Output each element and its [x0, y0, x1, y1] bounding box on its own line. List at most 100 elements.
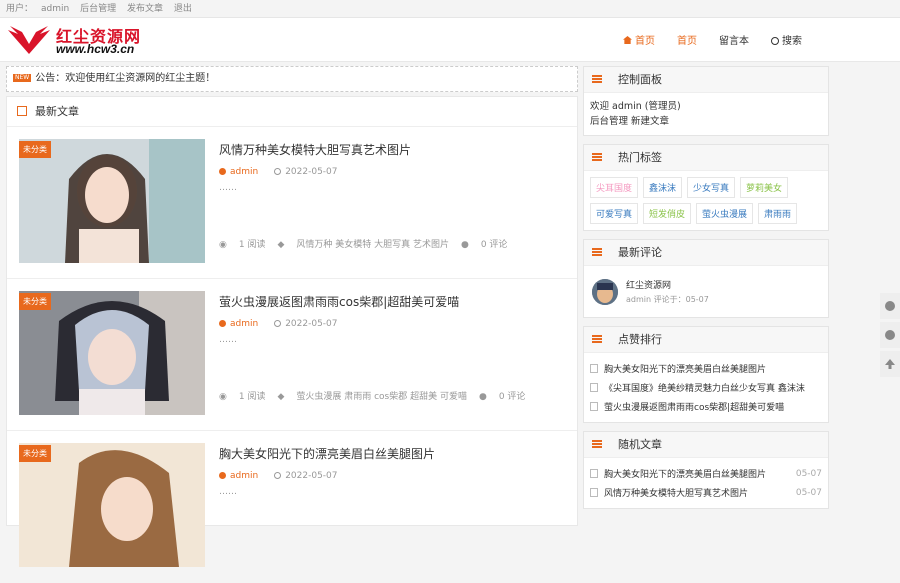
document-icon — [590, 469, 598, 478]
widget-title: 最新评论 — [584, 240, 828, 266]
comment-item[interactable]: 红尘资源网 admin 评论于：05-07 — [590, 272, 822, 311]
header: 红尘资源网 www.hcw3.cn 首页 首页 留言本 搜索 — [0, 18, 900, 62]
hot-tags-widget: 热门标签 尖耳国度 鑫沫沫 少女写真 萝莉美女可爱写真 短发俏皮 萤火虫漫展 肃雨雨 — [583, 144, 829, 231]
article-item: 未分类 胸大美女阳光下的漂亮美眉白丝美腿图片 admin 2022-05-07 …… — [7, 431, 577, 583]
nav-home[interactable]: 首页 — [677, 32, 697, 47]
widget-title: 点赞排行 — [584, 327, 828, 353]
tag-item[interactable]: 萝莉美女 — [740, 177, 789, 198]
section-title: 最新文章 — [7, 97, 577, 127]
menu-icon — [592, 75, 602, 83]
logout-link[interactable]: 退出 — [174, 4, 192, 14]
main-nav: 首页 首页 留言本 搜索 — [623, 32, 802, 47]
logo-url: www.hcw3.cn — [56, 42, 135, 56]
tag-item[interactable]: 可爱写真 — [590, 203, 639, 224]
article-excerpt: …… — [219, 335, 237, 345]
qq-icon — [885, 301, 895, 311]
menu-icon — [592, 335, 602, 343]
menu-icon — [592, 248, 602, 256]
qq-button[interactable] — [880, 293, 900, 319]
category-badge[interactable]: 未分类 — [19, 445, 51, 462]
tag-icon: ◆ — [277, 240, 285, 250]
sidebar: 控制面板 欢迎 admin (管理员) 后台管理 新建文章 热门标签 尖耳国度鑫… — [583, 64, 829, 517]
tag-icon: ◆ — [277, 392, 285, 402]
user-icon — [219, 472, 226, 479]
ranking-item[interactable]: 胸大美女阳光下的漂亮美眉白丝美腿图片 — [590, 359, 822, 378]
article-meta: admin 2022-05-07 — [219, 319, 338, 329]
user-icon — [219, 168, 226, 175]
wings-logo-icon — [8, 26, 50, 54]
article-item: 未分类 萤火虫漫展返图肃雨雨cos柴郡|超甜美可爱喵 admin 2022-05-… — [7, 279, 577, 431]
user-icon — [219, 320, 226, 327]
tag-item[interactable]: 短发俏皮 — [643, 203, 692, 224]
nav-search[interactable]: 搜索 — [771, 32, 802, 47]
clock-icon — [274, 168, 282, 175]
article-title[interactable]: 风情万种美女模特大胆写真艺术图片 — [219, 141, 411, 158]
menu-icon — [592, 440, 602, 448]
user-link[interactable]: admin — [41, 4, 69, 14]
ranking-item[interactable]: 萤火虫漫展返图肃雨雨cos柴郡|超甜美可爱喵 — [590, 397, 822, 416]
notice-text: 公告：欢迎使用红尘资源网的红尘主题！ — [35, 73, 216, 84]
user-label: 用户： — [6, 4, 34, 14]
article-excerpt: …… — [219, 487, 237, 497]
control-panel-widget: 控制面板 欢迎 admin (管理员) 后台管理 新建文章 — [583, 66, 829, 136]
publish-link[interactable]: 发布文章 — [127, 4, 163, 14]
comment-icon: ● — [460, 240, 469, 250]
chat-button[interactable] — [880, 322, 900, 348]
random-article-item[interactable]: 胸大美女阳光下的漂亮美眉白丝美腿图片 05-07 — [590, 464, 822, 483]
topbar: 用户： admin 后台管理 发布文章 退出 — [0, 0, 900, 18]
article-footer: ◉ 1 阅读 ◆ 风情万种 美女模特 大胆写真 艺术图片 ● 0 评论 — [219, 240, 508, 250]
panel-new-article-link[interactable]: 新建文章 — [631, 116, 669, 127]
eye-icon: ◉ — [219, 240, 227, 250]
document-icon — [590, 488, 598, 497]
tag-item[interactable]: 少女写真 — [687, 177, 736, 198]
eye-icon: ◉ — [219, 392, 227, 402]
menu-icon — [592, 153, 602, 161]
comment-author: 红尘资源网 — [626, 281, 672, 291]
nav-guestbook[interactable]: 留言本 — [719, 32, 749, 47]
clock-icon — [274, 472, 282, 479]
tag-item[interactable]: 肃雨雨 — [758, 203, 798, 224]
ranking-widget: 点赞排行 胸大美女阳光下的漂亮美眉白丝美腿图片 《尖耳国度》绝美纱精灵魅力白丝少… — [583, 326, 829, 423]
admin-link[interactable]: 后台管理 — [80, 4, 116, 14]
document-icon — [590, 383, 598, 392]
article-title[interactable]: 胸大美女阳光下的漂亮美眉白丝美腿图片 — [219, 445, 435, 462]
widget-title: 热门标签 — [584, 145, 828, 171]
tag-item[interactable]: 萤火虫漫展 — [696, 203, 754, 224]
latest-articles: 最新文章 未分类 风情万种美女模特大胆写真艺术图片 admin 2022-05-0… — [6, 96, 578, 567]
comment-meta: admin 评论于：05-07 — [626, 295, 709, 304]
notice-bar: NEW 公告：欢迎使用红尘资源网的红尘主题！ — [6, 66, 578, 92]
article-thumbnail[interactable]: 未分类 — [19, 443, 205, 567]
new-badge: NEW — [13, 74, 32, 82]
site-logo[interactable]: 红尘资源网 www.hcw3.cn — [6, 22, 156, 58]
random-articles-widget: 随机文章 胸大美女阳光下的漂亮美眉白丝美腿图片 05-07 风情万种美女模特大胆写… — [583, 431, 829, 509]
back-to-top-button[interactable] — [880, 351, 900, 377]
article-meta: admin 2022-05-07 — [219, 471, 338, 481]
article-thumbnail[interactable]: 未分类 — [19, 139, 205, 263]
article-meta: admin 2022-05-07 — [219, 167, 338, 177]
clock-icon — [274, 320, 282, 327]
comment-icon: ● — [478, 392, 487, 402]
article-title[interactable]: 萤火虫漫展返图肃雨雨cos柴郡|超甜美可爱喵 — [219, 293, 459, 310]
content-column: NEW 公告：欢迎使用红尘资源网的红尘主题！ 最新文章 未分类 风情万种美女模特大… — [6, 64, 578, 567]
tag-cloud: 尖耳国度 鑫沫沫 少女写真 萝莉美女可爱写真 短发俏皮 萤火虫漫展 肃雨雨 — [584, 171, 828, 230]
floating-tools — [880, 293, 900, 380]
ranking-item[interactable]: 《尖耳国度》绝美纱精灵魅力白丝少女写真 鑫沫沫 — [590, 378, 822, 397]
category-badge[interactable]: 未分类 — [19, 293, 51, 310]
latest-comments-widget: 最新评论 红尘资源网 admin 评论于：05-07 — [583, 239, 829, 318]
arrow-up-icon — [885, 359, 895, 369]
tag-item[interactable]: 鑫沫沫 — [643, 177, 683, 198]
article-footer: ◉ 1 阅读 ◆ 萤火虫漫展 肃雨雨 cos柴郡 超甜美 可爱喵 ● 0 评论 — [219, 392, 526, 402]
tag-item[interactable]: 尖耳国度 — [590, 177, 639, 198]
document-icon — [590, 402, 598, 411]
article-item: 未分类 风情万种美女模特大胆写真艺术图片 admin 2022-05-07 …… … — [7, 127, 577, 279]
welcome-text: 欢迎 admin (管理员) — [590, 101, 681, 112]
edit-icon — [17, 106, 27, 116]
article-excerpt: …… — [219, 183, 237, 193]
document-icon — [590, 364, 598, 373]
category-badge[interactable]: 未分类 — [19, 141, 51, 158]
article-thumbnail[interactable]: 未分类 — [19, 291, 205, 415]
panel-admin-link[interactable]: 后台管理 — [590, 116, 628, 127]
avatar — [592, 278, 618, 305]
nav-home-icon-item[interactable]: 首页 — [623, 32, 655, 47]
random-article-item[interactable]: 风情万种美女模特大胆写真艺术图片 05-07 — [590, 483, 822, 502]
